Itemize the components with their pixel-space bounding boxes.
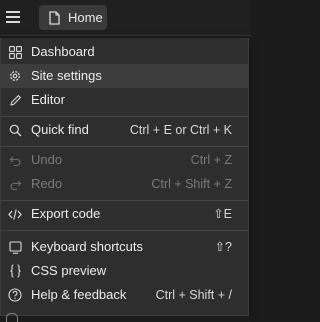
grid-icon [8, 45, 22, 59]
home-tab-label: Home [68, 10, 103, 25]
main-menu-dropdown: Dashboard Site settings Editor Quick fin… [0, 38, 249, 316]
search-icon [8, 123, 22, 137]
menu-item-label: Help & feedback [31, 287, 127, 302]
menu-divider [1, 116, 248, 117]
menu-item-export-code[interactable]: Export code ⇧E [1, 202, 248, 226]
menu-item-label: Site settings [31, 68, 102, 83]
menu-item-quick-find[interactable]: Quick find Ctrl + E or Ctrl + K [1, 118, 248, 142]
menu-item-label: Quick find [31, 122, 89, 137]
code-icon [8, 207, 22, 221]
keyboard-icon [8, 240, 22, 254]
menu-divider [1, 200, 248, 201]
menu-item-shortcut: Ctrl + E or Ctrl + K [129, 123, 232, 137]
top-bar: Home [0, 0, 251, 36]
menu-item-redo[interactable]: Redo Ctrl + Shift + Z [1, 172, 248, 196]
menu-item-shortcut: Ctrl + Shift + Z [151, 177, 232, 191]
menu-item-label: Redo [31, 176, 63, 191]
gear-icon [8, 69, 22, 83]
menu-item-dashboard[interactable]: Dashboard [1, 40, 248, 64]
menu-item-label: Export code [31, 206, 101, 221]
hamburger-menu-icon[interactable] [2, 6, 24, 28]
menu-item-site-settings[interactable]: Site settings [1, 64, 248, 88]
menu-item-shortcut: ⇧E [213, 207, 232, 221]
home-tab[interactable]: Home [39, 5, 107, 30]
braces-icon [8, 264, 22, 278]
page-icon [49, 10, 62, 25]
page-background-strip [0, 316, 251, 322]
menu-divider [1, 230, 248, 231]
help-icon [8, 288, 22, 302]
undo-icon [8, 153, 22, 167]
menu-divider [1, 146, 248, 147]
redo-icon [8, 177, 22, 191]
menu-item-shortcut: ⇧? [214, 240, 232, 254]
pencil-icon [8, 93, 22, 107]
menu-item-label: CSS preview [31, 263, 107, 278]
menu-item-keyboard-shortcuts[interactable]: Keyboard shortcuts ⇧? [1, 235, 248, 259]
menu-item-shortcut: Ctrl + Shift + / [155, 288, 232, 302]
menu-item-help-feedback[interactable]: Help & feedback Ctrl + Shift + / [1, 283, 248, 307]
menu-item-shortcut: Ctrl + Z [190, 153, 232, 167]
database-icon [6, 313, 18, 322]
menu-item-label: Keyboard shortcuts [31, 239, 144, 254]
menu-item-undo[interactable]: Undo Ctrl + Z [1, 148, 248, 172]
menu-item-label: Dashboard [31, 44, 95, 59]
menu-item-editor[interactable]: Editor [1, 88, 248, 112]
menu-item-label: Undo [31, 152, 63, 167]
menu-item-css-preview[interactable]: CSS preview [1, 259, 248, 283]
menu-item-label: Editor [31, 92, 65, 107]
